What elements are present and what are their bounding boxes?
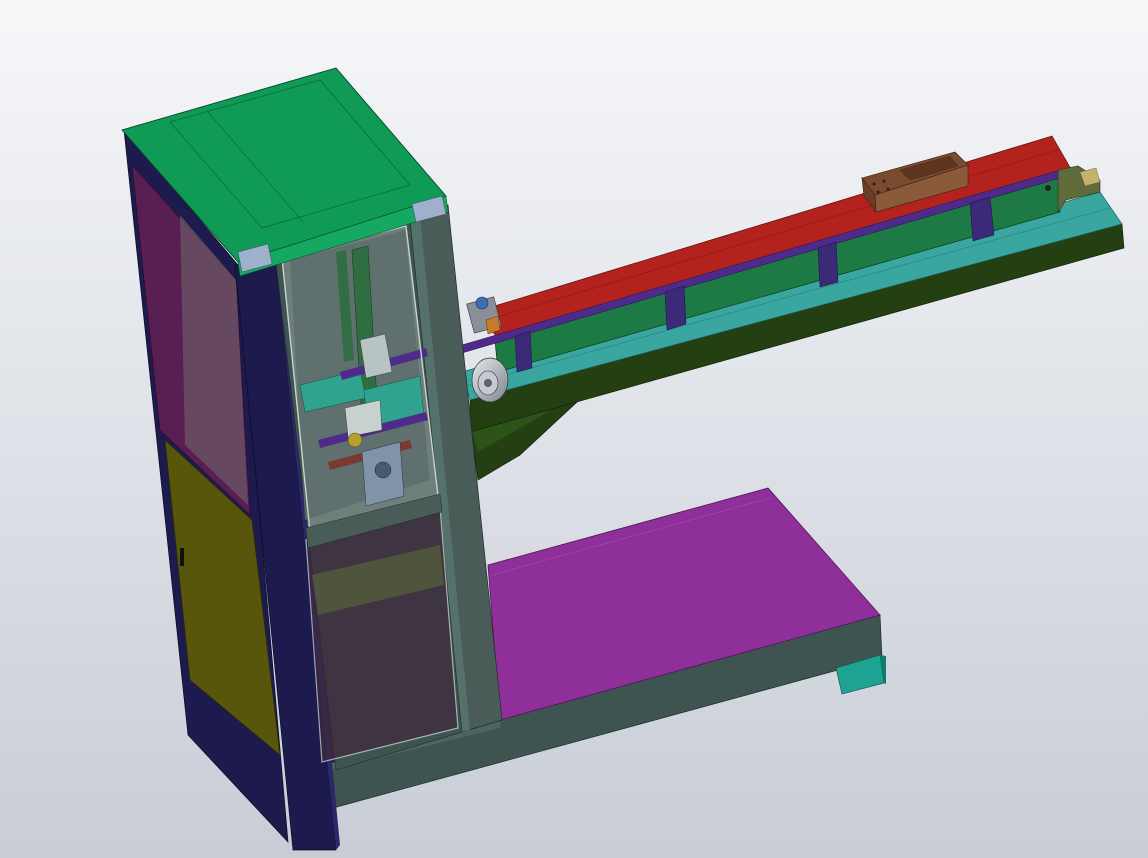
cabinet-lower-window[interactable] — [305, 507, 459, 763]
cad-model-canvas[interactable] — [0, 0, 1148, 858]
arm-end-bolt — [1045, 185, 1051, 191]
cad-viewport[interactable] — [0, 0, 1148, 858]
mech-bearing — [347, 432, 363, 448]
side-door-handle[interactable] — [180, 548, 184, 566]
